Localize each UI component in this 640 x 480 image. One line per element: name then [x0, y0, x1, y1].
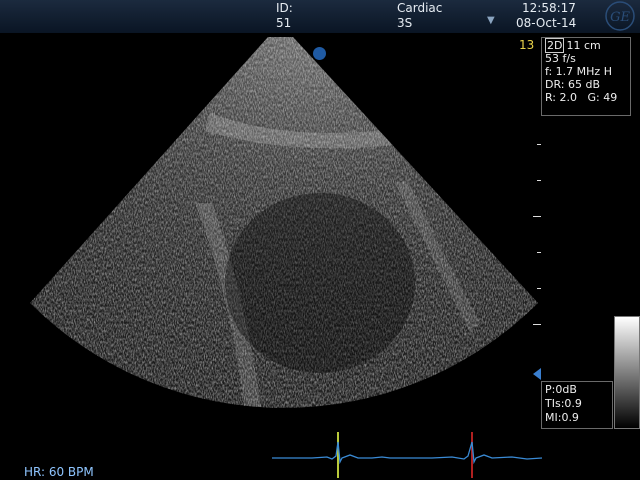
mode-tag: 2D — [545, 38, 565, 53]
frame-number: 13 — [519, 38, 535, 52]
rotation-gain-row: R: 2.0 G: 49 — [545, 91, 627, 104]
depth-value: 11 cm — [566, 39, 601, 52]
patient-id-label: ID: — [276, 1, 293, 15]
depth-tick — [533, 324, 541, 325]
clock-date: 08-Oct-14 — [516, 16, 577, 30]
gain: G: 49 — [587, 91, 618, 104]
probe-orientation-marker — [313, 47, 326, 60]
dropdown-triangle-icon[interactable]: ▼ — [487, 15, 495, 26]
ge-logo-icon: GE — [605, 1, 635, 31]
acoustic-output-panel: P:0dB TIs:0.9 MI:0.9 — [541, 381, 613, 429]
heart-rate: HR: 60 BPM — [24, 465, 94, 479]
imaging-parameters-panel: 2D 11 cm 53 f/s f: 1.7 MHz H DR: 65 dB R:… — [541, 37, 631, 116]
grayscale-bar — [614, 316, 640, 429]
header-bar: ID: 51 Cardiac 3S ▼ 12:58:17 08-Oct-14 G… — [0, 0, 640, 33]
rotation: R: 2.0 — [545, 91, 578, 104]
mode-depth-row: 2D 11 cm — [545, 38, 627, 53]
mechanical-index: MI:0.9 — [545, 411, 579, 424]
thermal-index: TIs:0.9 — [545, 397, 582, 410]
frame-rate: 53 f/s — [545, 52, 576, 65]
depth-tick — [537, 144, 541, 145]
dynamic-range: DR: 65 dB — [545, 78, 600, 91]
patient-id-value: 51 — [276, 16, 292, 30]
frequency: f: 1.7 MHz H — [545, 65, 612, 78]
probe-name: 3S — [397, 16, 413, 30]
ecg-trace — [272, 432, 543, 478]
exam-type: Cardiac — [397, 1, 443, 15]
svg-text:GE: GE — [610, 10, 630, 25]
depth-tick — [537, 252, 541, 253]
focus-marker-icon[interactable] — [533, 368, 541, 380]
acoustic-power: P:0dB — [545, 383, 577, 396]
clock-time: 12:58:17 — [522, 1, 576, 15]
depth-tick — [533, 216, 541, 217]
depth-tick — [537, 288, 541, 289]
depth-tick — [537, 180, 541, 181]
